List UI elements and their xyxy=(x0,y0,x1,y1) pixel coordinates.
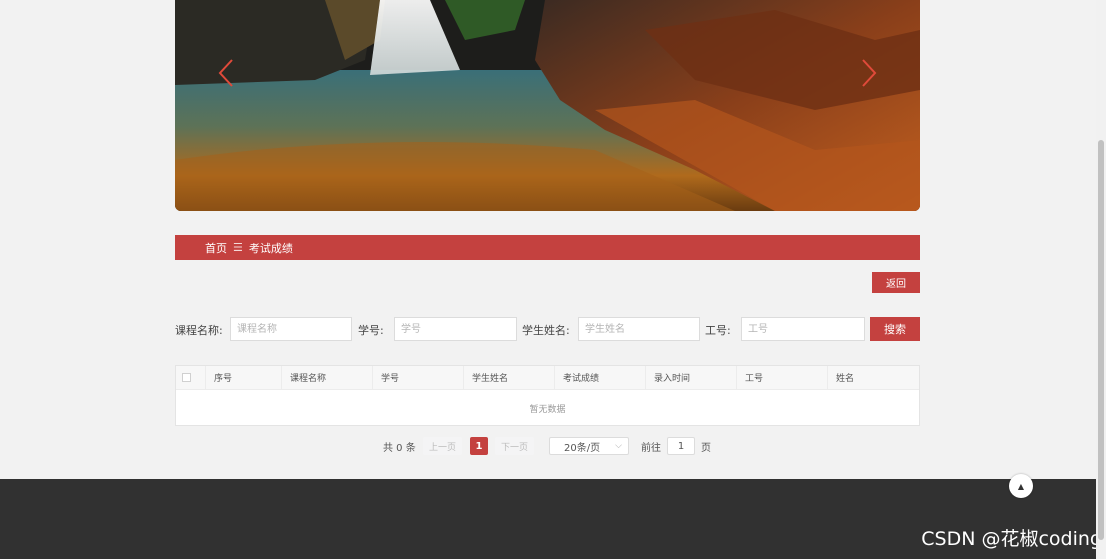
arrow-up-icon: ▲ xyxy=(1017,481,1025,491)
column-header[interactable]: 录入时间 xyxy=(646,366,737,389)
breadcrumb: 首页 ☰ 考试成绩 xyxy=(175,235,920,260)
column-header[interactable]: 工号 xyxy=(737,366,828,389)
select-all-cell xyxy=(176,366,206,389)
chevron-right-icon xyxy=(862,59,877,87)
breadcrumb-separator-icon: ☰ xyxy=(233,241,243,254)
course-name-label: 课程名称: xyxy=(175,324,223,337)
column-header[interactable]: 学生姓名 xyxy=(464,366,555,389)
column-header[interactable]: 考试成绩 xyxy=(555,366,646,389)
total-count: 共 0 条 xyxy=(383,442,416,454)
course-name-input[interactable] xyxy=(230,317,352,341)
chevron-down-icon: ⌵ xyxy=(615,441,622,451)
empty-state: 暂无数据 xyxy=(529,404,566,415)
page-size-value: 20条/页 xyxy=(564,442,601,454)
breadcrumb-current: 考试成绩 xyxy=(248,241,293,255)
footer: CSDN @花椒coding xyxy=(0,479,1106,559)
watermark: CSDN @花椒coding xyxy=(921,528,1102,550)
student-name-label: 学生姓名: xyxy=(522,324,570,337)
goto-page-input[interactable]: 1 xyxy=(667,437,695,455)
back-button[interactable]: 返回 xyxy=(872,272,920,293)
banner-carousel xyxy=(175,0,920,211)
column-header[interactable]: 序号 xyxy=(206,366,282,389)
column-header[interactable]: 课程名称 xyxy=(282,366,373,389)
staff-id-label: 工号: xyxy=(705,324,731,337)
carousel-prev-button[interactable] xyxy=(217,58,237,88)
prev-page-button[interactable]: 上一页 xyxy=(423,437,463,455)
page-unit-label: 页 xyxy=(701,442,711,454)
filter-bar: 课程名称: 学号: 学生姓名: 工号: 搜索 xyxy=(175,317,920,341)
pagination: 共 0 条 上一页 1 下一页 20条/页 ⌵ 前往 1 页 xyxy=(0,437,1106,455)
student-id-input[interactable] xyxy=(394,317,517,341)
column-header[interactable]: 姓名 xyxy=(828,366,919,389)
scores-table: 序号 课程名称 学号 学生姓名 考试成绩 录入时间 工号 姓名 暂无数据 xyxy=(175,365,920,426)
search-button[interactable]: 搜索 xyxy=(870,317,920,341)
carousel-next-button[interactable] xyxy=(858,58,878,88)
column-header[interactable]: 学号 xyxy=(373,366,464,389)
select-all-checkbox[interactable] xyxy=(182,373,191,382)
staff-id-input[interactable] xyxy=(741,317,865,341)
current-page[interactable]: 1 xyxy=(470,437,488,455)
next-page-button[interactable]: 下一页 xyxy=(495,437,535,455)
chevron-left-icon xyxy=(218,59,233,87)
back-to-top-button[interactable]: ▲ xyxy=(1009,474,1033,498)
student-name-input[interactable] xyxy=(578,317,700,341)
scrollbar[interactable] xyxy=(1096,0,1106,559)
scrollbar-thumb[interactable] xyxy=(1098,140,1104,540)
table-header: 序号 课程名称 学号 学生姓名 考试成绩 录入时间 工号 姓名 xyxy=(176,366,919,390)
page-size-select[interactable]: 20条/页 ⌵ xyxy=(549,437,629,455)
breadcrumb-home[interactable]: 首页 xyxy=(205,240,227,256)
student-id-label: 学号: xyxy=(358,324,384,337)
banner-image xyxy=(175,0,920,211)
goto-label: 前往 xyxy=(641,442,661,454)
